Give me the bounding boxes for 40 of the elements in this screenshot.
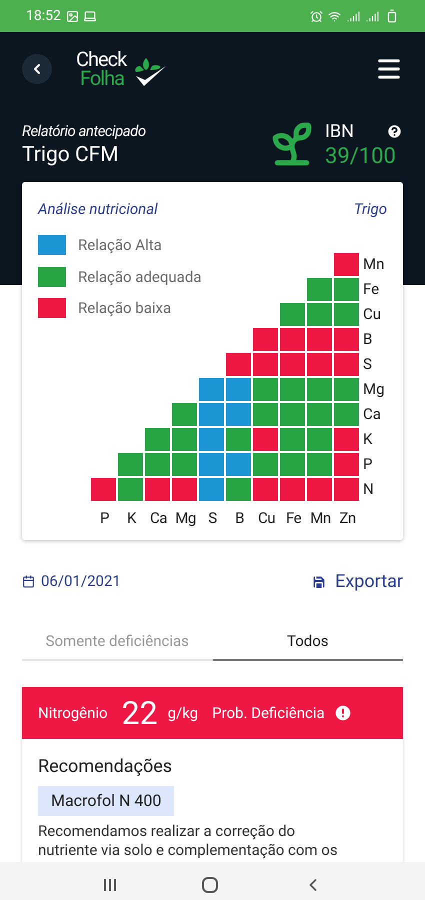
report-subtitle: Relatório antecipado: [22, 121, 146, 142]
column-label: Zn: [338, 508, 357, 528]
column-label: S: [207, 508, 218, 528]
section-title: Recomendações: [38, 755, 172, 779]
nutrient-unit: g/kg: [168, 702, 198, 724]
row-label: Mn: [363, 254, 384, 275]
row-label: B: [363, 328, 372, 350]
report-title: Trigo CFM: [22, 142, 120, 167]
column-label: Mg: [174, 508, 197, 528]
column-label: P: [99, 508, 110, 528]
row-label: Fe: [363, 278, 380, 300]
legend-label: Relação adequada: [78, 266, 202, 288]
row-label: P: [363, 454, 372, 475]
card-title: Análise nutricional: [38, 199, 158, 220]
nutrient-value: 22: [122, 693, 158, 734]
row-label: Ca: [363, 404, 381, 425]
nutrient-status: Prob. Deficiência: [212, 702, 325, 724]
row-label: Mg: [363, 378, 385, 400]
legend-label: Relação baixa: [78, 298, 172, 319]
row-label: Cu: [363, 304, 382, 325]
row-label: S: [363, 354, 372, 375]
filter-tab[interactable]: Todos: [212, 623, 403, 661]
ibn-label: IBN: [325, 120, 354, 144]
product-tag: Macrofol N 400: [38, 786, 174, 816]
column-label: Mn: [309, 508, 332, 528]
export-button[interactable]: Exportar: [311, 568, 403, 595]
row-label: N: [363, 478, 374, 500]
status-time: 18:52: [26, 6, 61, 26]
recommendation-text: Recomendamos realizar a correção do nutriente via solo e complementação com os: [38, 822, 339, 860]
ibn-score: 39/100: [325, 145, 397, 169]
column-label: Ca: [149, 508, 168, 528]
row-label: K: [363, 428, 372, 450]
column-label: Fe: [284, 508, 302, 528]
crop-name: Trigo: [354, 199, 387, 220]
nutrient-name: Nitrogênio: [38, 702, 108, 724]
report-date: 06/01/2021: [41, 571, 121, 592]
column-label: B: [234, 508, 245, 528]
column-label: K: [126, 508, 138, 528]
column-label: Cu: [256, 508, 276, 528]
legend-label: Relação Alta: [78, 235, 162, 256]
